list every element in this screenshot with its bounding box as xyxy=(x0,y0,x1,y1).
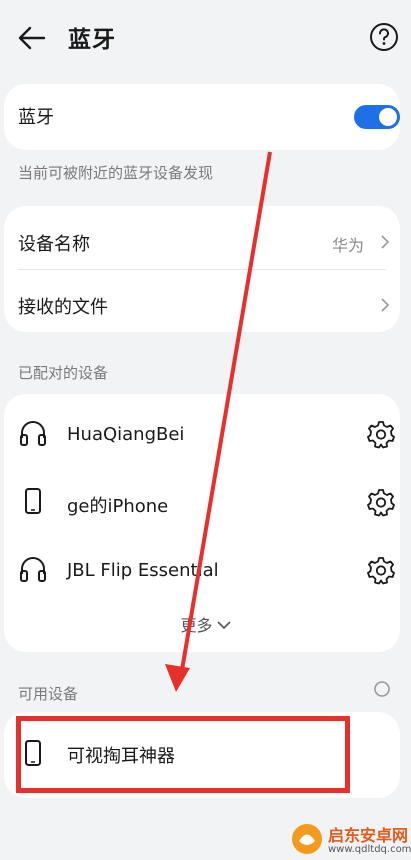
paired-devices-label: 已配对的设备 xyxy=(18,364,109,382)
paired-device-name: ge的iPhone xyxy=(67,496,169,517)
paired-device-row[interactable]: ge的iPhone xyxy=(4,466,400,534)
watermark-logo-icon xyxy=(292,824,322,854)
app-header: 蓝牙 xyxy=(0,0,411,76)
chevron-right-icon xyxy=(381,298,390,312)
chevron-right-icon xyxy=(381,235,390,249)
paired-device-row[interactable]: JBL Flip Essential xyxy=(4,534,400,602)
available-devices-label: 可用设备 xyxy=(18,685,79,703)
gear-icon[interactable] xyxy=(366,419,396,449)
received-files-row[interactable]: 接收的文件 xyxy=(4,269,400,332)
help-icon[interactable] xyxy=(369,22,399,52)
loading-spinner-icon xyxy=(374,681,390,697)
watermark-name: 启东安卓网 xyxy=(328,826,409,845)
watermark-url: www.qdltdq.com xyxy=(328,844,411,855)
device-name-row[interactable]: 设备名称 华为 xyxy=(4,206,400,269)
paired-device-row[interactable]: HuaQiangBei xyxy=(4,398,400,466)
bluetooth-toggle[interactable] xyxy=(354,105,400,129)
gear-icon[interactable] xyxy=(366,555,396,585)
device-name-value: 华为 xyxy=(331,236,364,255)
more-label: 更多 xyxy=(180,616,213,635)
gear-icon[interactable] xyxy=(366,487,396,517)
back-arrow-icon[interactable] xyxy=(16,22,48,54)
bluetooth-card: 蓝牙 xyxy=(4,84,400,150)
headphones-icon xyxy=(20,421,46,446)
annotation-highlight-box xyxy=(16,716,350,793)
paired-device-name: HuaQiangBei xyxy=(67,424,185,445)
chevron-down-icon xyxy=(216,621,231,630)
more-devices-button[interactable]: 更多 xyxy=(0,612,411,642)
paired-device-name: JBL Flip Essential xyxy=(67,560,219,581)
site-watermark: 启东安卓网 www.qdltdq.com xyxy=(282,818,411,860)
discoverable-note: 当前可被附近的蓝牙设备发现 xyxy=(18,164,214,182)
page-title: 蓝牙 xyxy=(68,27,116,53)
received-files-label: 接收的文件 xyxy=(18,297,108,318)
device-settings-card: 设备名称 华为 接收的文件 xyxy=(4,206,400,332)
phone-icon xyxy=(25,488,41,514)
toggle-knob xyxy=(379,108,397,126)
bluetooth-label: 蓝牙 xyxy=(18,107,54,128)
device-name-label: 设备名称 xyxy=(18,234,90,255)
headphones-icon xyxy=(20,557,46,582)
